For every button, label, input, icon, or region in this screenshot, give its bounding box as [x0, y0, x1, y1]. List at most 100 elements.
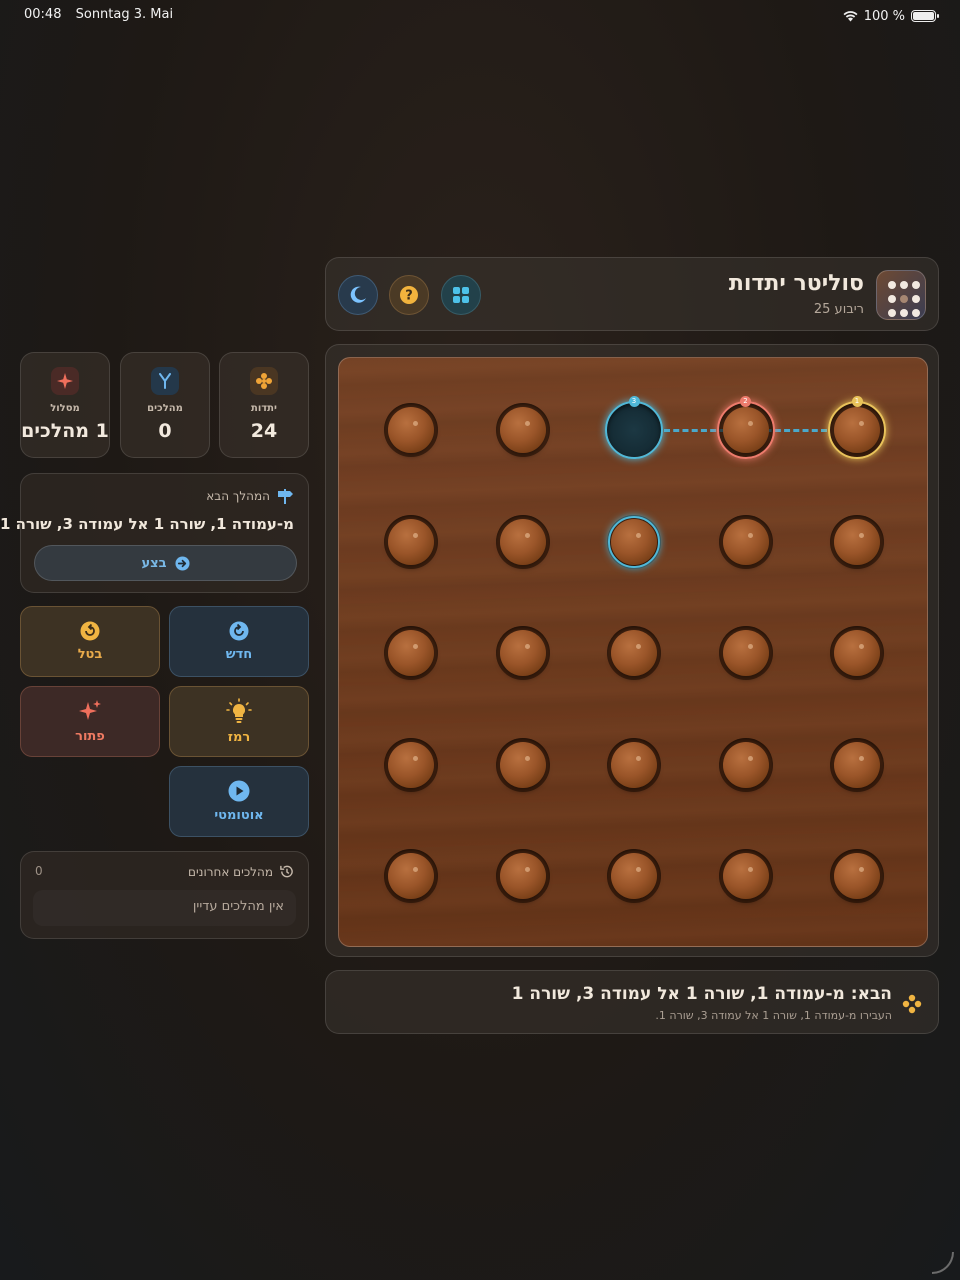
- sparkles-icon: [79, 700, 101, 720]
- peg[interactable]: [834, 741, 880, 788]
- hint-button[interactable]: רמז: [169, 686, 309, 757]
- board-hole[interactable]: [718, 403, 773, 457]
- svg-text:?: ?: [405, 289, 413, 304]
- next-move-heading: המהלך הבא: [206, 489, 270, 503]
- peg[interactable]: [834, 518, 880, 565]
- hint-title: הבא: מ-עמודה 1, שורה 1 אל עמודה 3, שורה …: [511, 984, 892, 1004]
- peg[interactable]: [499, 741, 546, 788]
- solve-button[interactable]: פתור: [20, 686, 160, 757]
- grid-icon: [453, 287, 469, 303]
- peg[interactable]: [722, 741, 769, 788]
- new-game-label: חדש: [225, 647, 253, 662]
- peg[interactable]: [611, 853, 657, 899]
- history-icon: [280, 865, 293, 878]
- peg[interactable]: [388, 853, 434, 899]
- play-icon: [228, 780, 250, 802]
- board-hole[interactable]: [384, 626, 438, 680]
- theme-button[interactable]: [338, 275, 378, 315]
- step-badge: 2: [740, 396, 751, 407]
- board-hole[interactable]: [495, 737, 550, 792]
- board-hole[interactable]: [830, 403, 884, 457]
- peg[interactable]: [611, 630, 657, 676]
- board-hole[interactable]: [495, 626, 550, 680]
- peg[interactable]: [611, 741, 657, 788]
- gamepad-icon: [902, 994, 922, 1014]
- stat-pegs-label: יתדות: [251, 403, 277, 414]
- board-hole[interactable]: [830, 849, 884, 903]
- hint-subtitle: העבירו מ-עמודה 1, שורה 1 אל עמודה 3, שור…: [655, 1009, 892, 1022]
- question-icon: ?: [400, 286, 418, 304]
- signpost-icon: [278, 489, 293, 504]
- status-bar: 00:48 Sonntag 3. Mai 100 %: [24, 7, 939, 25]
- stat-moves-label: מהלכים: [147, 403, 183, 414]
- status-date: Sonntag 3. Mai: [75, 7, 174, 22]
- recent-moves-count: 0: [35, 864, 43, 878]
- stat-path-value: 1 מהלכים: [21, 420, 109, 442]
- board-hole[interactable]: [607, 737, 661, 792]
- undo-button[interactable]: בטל: [20, 606, 160, 677]
- new-game-button[interactable]: חדש: [169, 606, 309, 677]
- board-hole[interactable]: [718, 626, 773, 680]
- board-hole[interactable]: [495, 849, 550, 903]
- board-hole[interactable]: [495, 403, 550, 457]
- peg[interactable]: [722, 518, 769, 565]
- peg[interactable]: [722, 630, 769, 676]
- board-hole[interactable]: [607, 403, 661, 457]
- board-hole[interactable]: [607, 849, 661, 903]
- stat-pegs-value: 24: [250, 420, 278, 442]
- header-bar: סוליטר יתדות ריבוע 25 ?: [325, 257, 939, 331]
- peg[interactable]: [388, 741, 434, 788]
- peg[interactable]: [722, 407, 769, 453]
- board-hole[interactable]: [384, 849, 438, 903]
- stat-path-label: מסלול: [50, 403, 80, 414]
- board-hole[interactable]: [830, 737, 884, 792]
- help-button[interactable]: ?: [389, 275, 429, 315]
- undo-icon: [80, 621, 100, 641]
- sparkle-icon: [57, 373, 73, 389]
- stat-path: מסלול 1 מהלכים: [20, 352, 110, 458]
- peg[interactable]: [499, 853, 546, 899]
- resize-corner: [932, 1252, 954, 1274]
- step-badge: 3: [628, 396, 640, 407]
- game-board: 1 2 3: [338, 357, 928, 947]
- peg[interactable]: [834, 853, 880, 899]
- page-title: סוליטר יתדות: [728, 271, 864, 296]
- board-hole[interactable]: [384, 403, 438, 457]
- branch-icon: [159, 373, 171, 389]
- layout-button[interactable]: [441, 275, 481, 315]
- board-hole[interactable]: [384, 737, 438, 792]
- peg[interactable]: [499, 407, 546, 453]
- wifi-icon: [843, 11, 858, 22]
- board-hole[interactable]: [495, 514, 550, 569]
- pegs-icon: [256, 373, 272, 389]
- peg[interactable]: [499, 630, 546, 676]
- board-hole[interactable]: [718, 737, 773, 792]
- board-hole[interactable]: [718, 514, 773, 569]
- next-move-text: מ-עמודה 1, שורה 1 אל עמודה 3, שורה 1: [0, 515, 294, 533]
- board-hole[interactable]: [607, 626, 661, 680]
- board-hole[interactable]: [830, 514, 884, 569]
- refresh-icon: [229, 621, 249, 641]
- peg[interactable]: [388, 407, 434, 453]
- peg[interactable]: [499, 518, 546, 565]
- board-hole[interactable]: [830, 626, 884, 680]
- peg[interactable]: [388, 518, 434, 565]
- peg[interactable]: [611, 518, 657, 565]
- app-icon: [876, 270, 926, 320]
- stat-moves-value: 0: [158, 420, 172, 442]
- recent-moves-empty: אין מהלכים עדיין: [33, 890, 296, 926]
- moon-icon: [350, 286, 366, 303]
- execute-button[interactable]: בצע: [34, 545, 297, 581]
- peg[interactable]: [722, 853, 769, 899]
- board-hole[interactable]: [607, 514, 661, 569]
- battery-percent: 100 %: [863, 8, 905, 24]
- peg[interactable]: [834, 407, 880, 453]
- peg[interactable]: [388, 630, 434, 676]
- board-panel: 1 2 3: [325, 344, 939, 957]
- peg[interactable]: [834, 630, 880, 676]
- auto-play-button[interactable]: אוטומטי: [169, 766, 309, 837]
- execute-label: בצע: [141, 555, 167, 571]
- recent-moves-card: מהלכים אחרונים 0 אין מהלכים עדיין: [20, 851, 309, 939]
- board-hole[interactable]: [718, 849, 773, 903]
- board-hole[interactable]: [384, 514, 438, 569]
